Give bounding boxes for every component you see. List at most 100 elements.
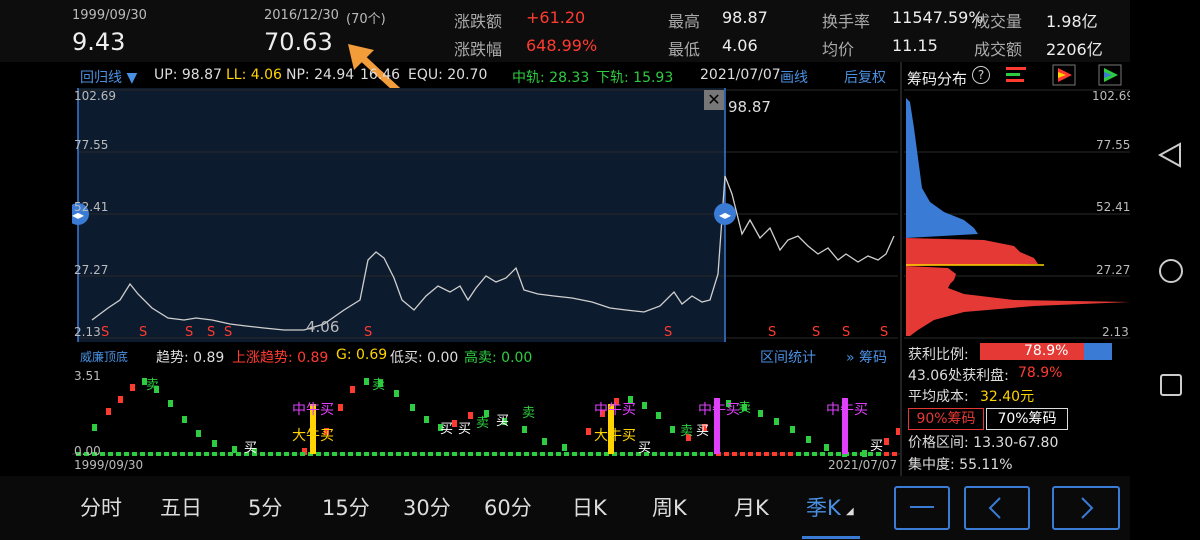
baseline-tick [396, 452, 401, 456]
baseline-tick [700, 452, 705, 456]
baseline-tick [332, 452, 337, 456]
avg-value: 11.15 [892, 36, 938, 55]
baseline-tick [524, 452, 529, 456]
baseline-tick [516, 452, 521, 456]
red-flag-icon[interactable] [1052, 64, 1076, 86]
active-tab-underline [802, 536, 860, 539]
baseline-tick [740, 452, 745, 456]
prev-button[interactable] [964, 486, 1030, 530]
baseline-tick [228, 452, 233, 456]
zoom-out-button[interactable] [894, 486, 950, 530]
back-icon[interactable] [1156, 140, 1186, 170]
chip-distribution-chart [904, 89, 1130, 339]
sell-signal: 卖 [476, 416, 490, 431]
baseline-tick [108, 452, 113, 456]
baseline-tick [892, 452, 897, 456]
baseline-tick [372, 452, 377, 456]
baseline-tick [220, 452, 225, 456]
baseline-tick [548, 452, 553, 456]
chip-panel-title: 筹码分布 [907, 70, 968, 88]
draw-line-link[interactable]: 画线 [780, 67, 808, 87]
williams-candle [410, 404, 415, 411]
panel-divider [900, 62, 902, 476]
tab-intraday[interactable]: 分时 [80, 492, 122, 522]
change-pct-label: 涨跌幅 [454, 40, 503, 59]
low-buy-value: 低买: 0.00 [390, 350, 459, 366]
range-stats-link[interactable]: 区间统计 [760, 347, 816, 367]
green-flag-icon[interactable] [1098, 64, 1122, 86]
baseline-tick [236, 452, 241, 456]
williams-candle [338, 404, 343, 411]
buy-signal: 买 [440, 422, 454, 437]
tab-30min[interactable]: 30分 [403, 492, 451, 522]
tab-weekly[interactable]: 周K [652, 492, 687, 522]
sell-marker: S [224, 325, 233, 340]
baseline-tick [620, 452, 625, 456]
buy-signal: 买 [458, 422, 472, 437]
tab-quarterly[interactable]: 季K [806, 492, 841, 522]
period-count: (70个) [346, 12, 386, 27]
home-icon[interactable] [1156, 256, 1186, 286]
tab-monthly[interactable]: 月K [734, 492, 769, 522]
change-amount: +61.20 [526, 8, 586, 27]
chip-y-3: 52.41 [1096, 200, 1131, 214]
baseline-tick [444, 452, 449, 456]
price-chart[interactable]: ✕ ◂▸ ◂▸ [72, 88, 902, 344]
baseline-tick [452, 452, 457, 456]
williams-candle [168, 400, 173, 407]
buy-signal: 买 [696, 424, 710, 439]
williams-candle [394, 390, 399, 397]
trend-value: 趋势: 0.89 [156, 350, 225, 366]
baseline-tick [188, 452, 193, 456]
baseline-tick [572, 452, 577, 456]
big-bull-buy-signal: 大牛买 [594, 428, 636, 444]
sell-marker: S [812, 325, 821, 340]
baseline-tick [684, 452, 689, 456]
chip-y-bottom: 2.13 [1102, 325, 1129, 339]
regression-line-dropdown[interactable]: 回归线 ▼ [80, 67, 137, 87]
chip-70-button[interactable]: 70%筹码 [986, 408, 1068, 430]
sell-marker: S [364, 325, 373, 340]
recents-icon[interactable] [1158, 372, 1184, 398]
baseline-tick [676, 452, 681, 456]
baseline-tick [580, 452, 585, 456]
baseline-tick [340, 452, 345, 456]
up-trend-value: 上涨趋势: 0.89 [232, 350, 329, 366]
tab-60min[interactable]: 60分 [484, 492, 532, 522]
chevron-left-icon [988, 497, 1001, 519]
baseline-tick [564, 452, 569, 456]
tab-5min[interactable]: 5分 [248, 492, 282, 522]
baseline-tick [508, 452, 513, 456]
williams-indicator-dropdown[interactable]: 威廉顶底 [80, 348, 128, 365]
change-pct: 648.99% [526, 36, 598, 55]
quarterly-dropdown-icon[interactable]: ◢ [846, 506, 854, 517]
baseline-tick [316, 452, 321, 456]
baseline-tick [788, 452, 793, 456]
help-icon[interactable]: ? [972, 66, 990, 84]
baseline-tick [356, 452, 361, 456]
sell-marker: S [842, 325, 851, 340]
low-value: 4.06 [722, 36, 758, 55]
baseline-tick [764, 452, 769, 456]
buy-signal: 买 [244, 441, 258, 456]
baseline-tick [748, 452, 753, 456]
chip-bars-icon[interactable] [1004, 64, 1028, 86]
sub-indicator-bar: 威廉顶底 趋势: 0.89 上涨趋势: 0.89 G: 0.69 低买: 0.0… [78, 346, 898, 366]
sell-marker: S [139, 325, 148, 340]
williams-candle [424, 416, 429, 423]
baseline-tick [156, 452, 161, 456]
baseline-tick [588, 452, 593, 456]
baseline-tick [468, 452, 473, 456]
chip-90-button[interactable]: 90%筹码 [908, 408, 984, 430]
next-button[interactable] [1052, 486, 1120, 530]
baseline-tick [284, 452, 289, 456]
chips-link[interactable]: » 筹码 [846, 347, 887, 367]
tab-15min[interactable]: 15分 [322, 492, 370, 522]
ll-value: LL: 4.06 [226, 67, 282, 83]
adjust-restore-link[interactable]: 后复权 [844, 67, 886, 87]
start-price: 9.43 [72, 28, 126, 56]
up-value: UP: 98.87 [154, 67, 222, 83]
tab-daily[interactable]: 日K [572, 492, 607, 522]
stock-header: 1999/09/30 9.43 2016/12/30 (70个) 70.63 涨… [0, 0, 1130, 62]
tab-five-day[interactable]: 五日 [160, 492, 202, 522]
